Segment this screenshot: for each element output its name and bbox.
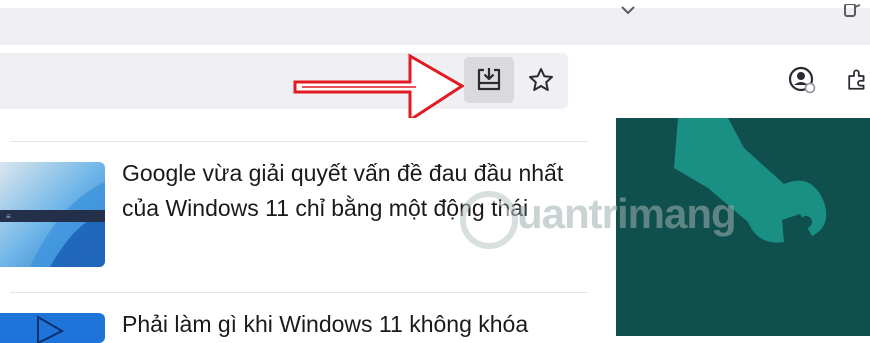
account-icon bbox=[788, 66, 816, 94]
divider bbox=[10, 141, 588, 142]
watermark-logo-icon bbox=[460, 191, 518, 249]
svg-text:≡: ≡ bbox=[6, 212, 11, 221]
bookmark-button[interactable] bbox=[518, 57, 564, 103]
red-annotation-arrow bbox=[293, 53, 464, 123]
save-page-button[interactable] bbox=[464, 57, 514, 103]
tab-strip bbox=[0, 4, 870, 45]
watermark: uantrimang bbox=[455, 186, 775, 252]
windows-11-wallpaper-image bbox=[0, 313, 105, 343]
extensions-icon bbox=[848, 69, 865, 90]
extensions-button[interactable] bbox=[846, 62, 870, 98]
bookmark-star-icon bbox=[529, 68, 553, 91]
windows-11-wallpaper-image: ≡ bbox=[0, 162, 105, 267]
account-button[interactable] bbox=[784, 62, 820, 98]
article-thumbnail[interactable] bbox=[0, 313, 105, 343]
article-thumbnail[interactable]: ≡ bbox=[0, 162, 105, 267]
article-title[interactable]: Phải làm gì khi Windows 11 không khóa bbox=[122, 307, 592, 342]
divider bbox=[10, 292, 588, 293]
chevron-down-icon[interactable] bbox=[620, 5, 636, 17]
watermark-text: uantrimang bbox=[517, 190, 737, 237]
window-top-strip bbox=[0, 0, 870, 45]
window-tab-icon[interactable] bbox=[842, 4, 862, 18]
save-page-icon bbox=[477, 68, 501, 91]
